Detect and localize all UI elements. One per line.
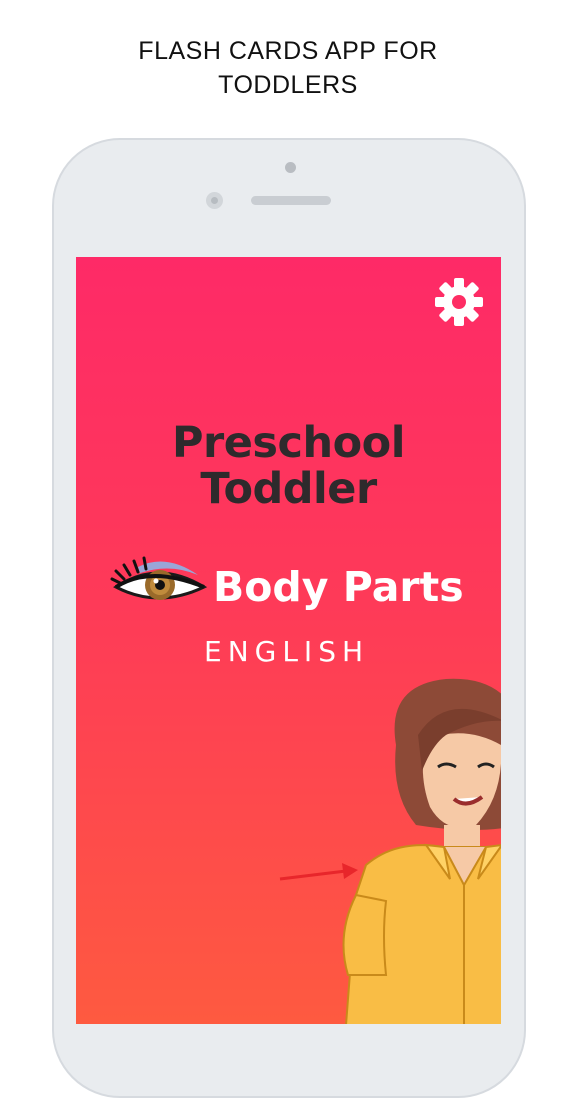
caption-line-1: FLASH CARDS APP FOR bbox=[138, 37, 438, 65]
promo-caption: FLASH CARDS APP FOR TODDLERS bbox=[0, 34, 576, 102]
title-line-1: Preschool bbox=[172, 418, 405, 468]
phone-speaker bbox=[251, 196, 331, 205]
app-screen[interactable]: Preschool Toddler Body Parts ENGLISH bbox=[76, 257, 501, 1024]
caption-line-2: TODDLERS bbox=[218, 71, 358, 99]
app-title: Preschool Toddler bbox=[76, 420, 501, 512]
language-label: ENGLISH bbox=[204, 635, 370, 668]
phone-sensor bbox=[285, 162, 296, 173]
eye-icon bbox=[110, 556, 208, 600]
teacher-character bbox=[342, 678, 501, 1024]
phone-camera bbox=[206, 192, 223, 209]
subject-label: Body Parts bbox=[213, 563, 464, 611]
gear-icon[interactable] bbox=[434, 277, 484, 327]
title-line-2: Toddler bbox=[200, 464, 377, 514]
